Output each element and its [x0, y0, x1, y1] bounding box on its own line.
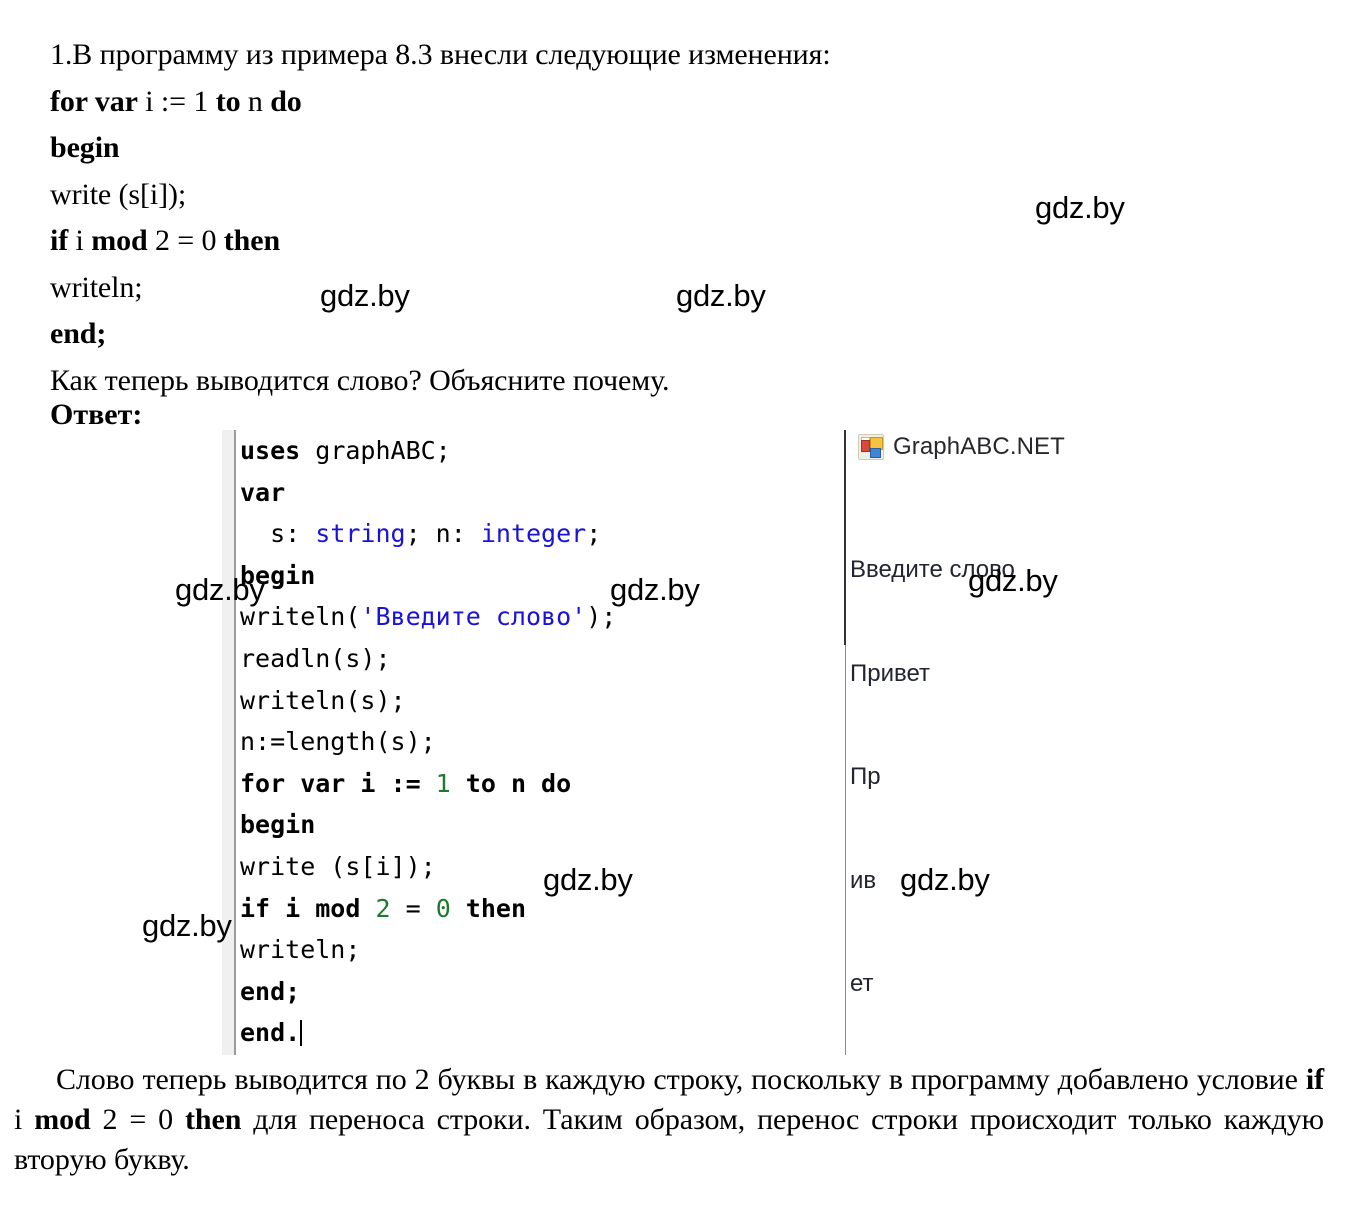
conclusion-kw-if: if [1305, 1063, 1324, 1096]
code-token-if-header: if i mod [240, 893, 376, 923]
code-token-write-si: write (s[i]); [240, 851, 436, 881]
conclusion-plain-i: i [14, 1103, 35, 1136]
panel-divider-top-segment [844, 430, 846, 645]
code-token-semicolon-1: ; [586, 519, 602, 549]
code-editor-left-rule [234, 430, 236, 1055]
watermark-gdz: gdz.by [543, 862, 633, 897]
task-statement: 1.В программу из примера 8.3 внесли след… [50, 38, 831, 71]
conclusion-kw-then: then [185, 1103, 242, 1136]
task-question: Как теперь выводится слово? Объясните по… [50, 363, 670, 397]
task-intro-block: 1.В программу из примера 8.3 внесли след… [50, 32, 1330, 404]
code-token-literal-two: 2 [375, 893, 391, 923]
watermark-gdz: gdz.by [142, 908, 232, 943]
intro-code-line-write: write (s[i]); [50, 177, 187, 211]
watermark-gdz: gdz.by [900, 862, 990, 897]
code-token-to-n-do: to n do [450, 768, 572, 798]
watermark-gdz: gdz.by [676, 278, 766, 313]
code-token-readln: readln(s); [240, 643, 391, 673]
watermark-gdz: gdz.by [320, 278, 410, 313]
code-token-unit-name: graphABC; [300, 436, 451, 465]
code-token-var: var [240, 477, 286, 507]
code-editor-text[interactable]: uses graphABC; var s: string; n: integer… [240, 430, 840, 1054]
watermark-gdz: gdz.by [175, 572, 265, 607]
code-token-decl-n: ; n: [405, 519, 481, 549]
code-token-then: then [450, 893, 527, 923]
text-cursor [300, 1020, 303, 1047]
code-token-end-dot: end. [240, 1018, 301, 1048]
intro-code-line-end: end; [50, 317, 107, 350]
conclusion-kw-mod: mod [34, 1103, 91, 1136]
console-titlebar: GraphABC.NET [858, 430, 1270, 464]
conclusion-paragraph: Слово теперь выводится по 2 буквы в кажд… [14, 1060, 1324, 1180]
code-editor-gutter [222, 430, 234, 1055]
graphabc-app-icon [858, 434, 884, 460]
console-line-prompt: Введите слово [850, 556, 1015, 583]
ide-screenshot-area: uses graphABC; var s: string; n: integer… [0, 430, 1352, 1060]
watermark-gdz: gdz.by [1035, 190, 1125, 225]
code-token-equals: = [390, 893, 436, 923]
watermark-gdz: gdz.by [968, 563, 1058, 598]
console-output-window: GraphABC.NET Введите слово Привет Пр ив … [850, 430, 1270, 1071]
code-token-uses: uses [240, 436, 301, 465]
console-line-chunk-3: ет [850, 970, 874, 997]
code-token-type-integer: integer [480, 519, 587, 549]
code-token-n-length: n:=length(s); [240, 727, 436, 757]
answer-label: Ответ: [50, 398, 143, 431]
code-token-begin-inner: begin [240, 810, 316, 840]
code-token-end-semi: end; [240, 976, 301, 1006]
code-token-writeln-plain: writeln; [240, 935, 361, 965]
console-title-text: GraphABC.NET [893, 433, 1065, 460]
code-token-for-header: for var i := [240, 768, 436, 798]
console-output-lines: Введите слово Привет Пр ив ет [850, 484, 1270, 1071]
intro-code-line-begin: begin [50, 131, 120, 164]
code-token-prompt-string: 'Введите слово' [360, 602, 587, 632]
code-token-literal-zero: 0 [435, 893, 451, 923]
intro-code-line-for: for var i := 1 to n do [50, 84, 302, 118]
conclusion-plain-expr: 2 = 0 [90, 1103, 186, 1136]
code-token-decl-s: s: [240, 519, 316, 549]
intro-code-line-if: if i mod 2 = 0 then [50, 224, 281, 257]
conclusion-part-1: Слово теперь выводится по 2 буквы в кажд… [56, 1063, 1306, 1096]
code-token-literal-one: 1 [435, 768, 451, 798]
console-line-chunk-1: Пр [850, 763, 881, 790]
code-token-writeln-s: writeln(s); [240, 685, 406, 715]
code-token-type-string: string [315, 519, 406, 549]
console-line-input: Привет [850, 659, 931, 687]
watermark-gdz: gdz.by [610, 572, 700, 607]
